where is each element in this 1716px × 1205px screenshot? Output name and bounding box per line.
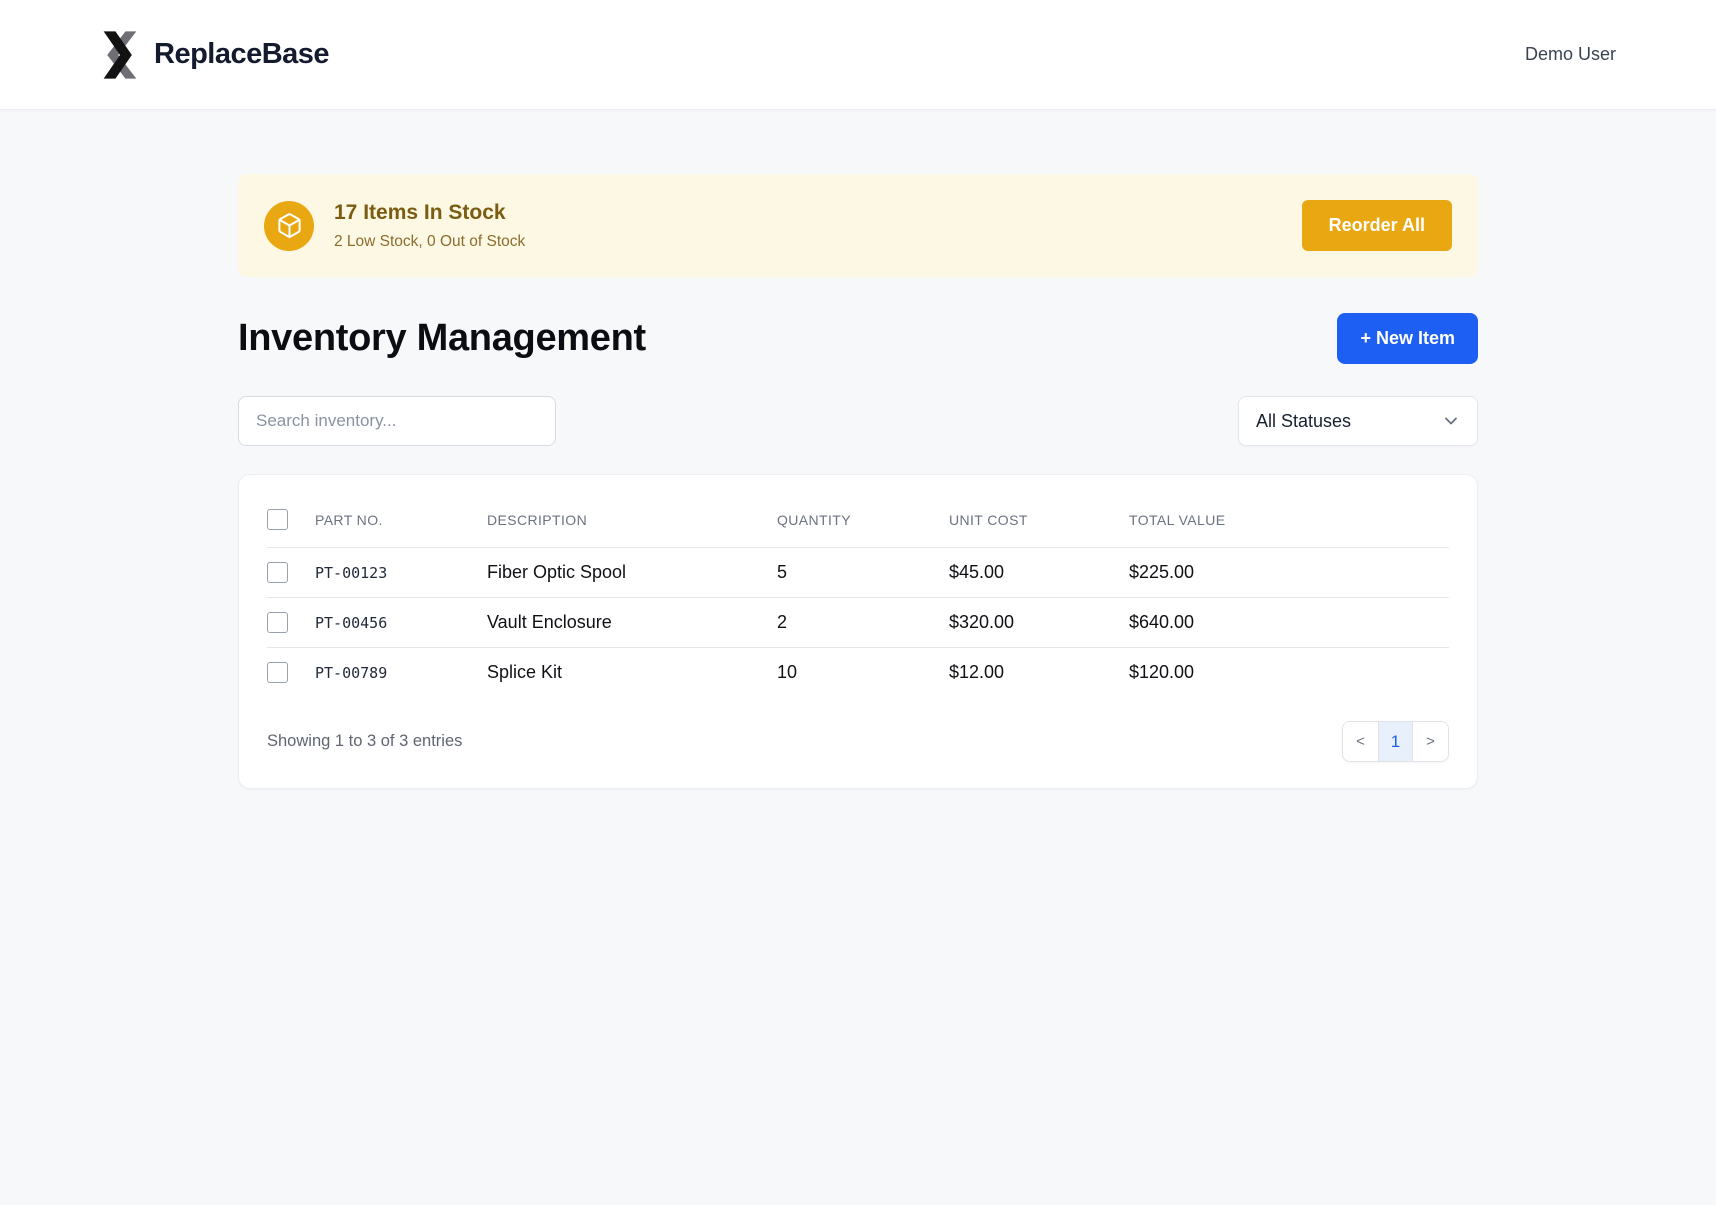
inventory-table-card: PART NO. DESCRIPTION QUANTITY UNIT COST … bbox=[238, 474, 1478, 789]
cell-total-value: $640.00 bbox=[1129, 598, 1449, 648]
cell-unit-cost: $45.00 bbox=[949, 548, 1129, 598]
brand-logo-icon bbox=[100, 30, 140, 80]
cell-quantity: 2 bbox=[777, 598, 949, 648]
table-row: PT-00456 Vault Enclosure 2 $320.00 $640.… bbox=[267, 598, 1449, 648]
cell-total-value: $225.00 bbox=[1129, 548, 1449, 598]
main-content: 17 Items In Stock 2 Low Stock, 0 Out of … bbox=[238, 110, 1478, 909]
app-header: ReplaceBase Demo User bbox=[0, 0, 1716, 110]
cell-part-no: PT-00456 bbox=[315, 598, 487, 648]
cell-quantity: 10 bbox=[777, 648, 949, 698]
pagination: < 1 > bbox=[1342, 721, 1449, 762]
stock-title: 17 Items In Stock bbox=[334, 200, 525, 225]
cell-description: Splice Kit bbox=[487, 648, 777, 698]
cell-quantity: 5 bbox=[777, 548, 949, 598]
box-icon bbox=[264, 201, 314, 251]
chevron-down-icon bbox=[1441, 411, 1461, 431]
brand[interactable]: ReplaceBase bbox=[100, 30, 329, 80]
select-all-checkbox[interactable] bbox=[267, 509, 288, 530]
brand-name: ReplaceBase bbox=[154, 38, 329, 71]
title-row: Inventory Management + New Item bbox=[238, 313, 1478, 364]
table-footer: Showing 1 to 3 of 3 entries < 1 > bbox=[267, 721, 1449, 762]
column-header-total-value: TOTAL VALUE bbox=[1129, 503, 1449, 548]
column-header-quantity: QUANTITY bbox=[777, 503, 949, 548]
stock-status-banner: 17 Items In Stock 2 Low Stock, 0 Out of … bbox=[238, 174, 1478, 277]
cell-part-no: PT-00123 bbox=[315, 548, 487, 598]
cell-description: Fiber Optic Spool bbox=[487, 548, 777, 598]
new-item-button[interactable]: + New Item bbox=[1337, 313, 1478, 364]
row-checkbox[interactable] bbox=[267, 662, 288, 683]
cell-part-no: PT-00789 bbox=[315, 648, 487, 698]
row-checkbox[interactable] bbox=[267, 612, 288, 633]
cell-unit-cost: $320.00 bbox=[949, 598, 1129, 648]
table-row: PT-00789 Splice Kit 10 $12.00 $120.00 bbox=[267, 648, 1449, 698]
cell-total-value: $120.00 bbox=[1129, 648, 1449, 698]
user-menu[interactable]: Demo User bbox=[1525, 44, 1616, 65]
cell-description: Vault Enclosure bbox=[487, 598, 777, 648]
status-filter-select[interactable]: All Statuses bbox=[1238, 396, 1478, 446]
stock-texts: 17 Items In Stock 2 Low Stock, 0 Out of … bbox=[334, 200, 525, 250]
entries-summary: Showing 1 to 3 of 3 entries bbox=[267, 732, 462, 751]
filter-row: All Statuses bbox=[238, 396, 1478, 446]
reorder-all-button[interactable]: Reorder All bbox=[1302, 200, 1452, 251]
column-header-part-no: PART NO. bbox=[315, 503, 487, 548]
stock-subtitle: 2 Low Stock, 0 Out of Stock bbox=[334, 233, 525, 251]
table-row: PT-00123 Fiber Optic Spool 5 $45.00 $225… bbox=[267, 548, 1449, 598]
row-checkbox[interactable] bbox=[267, 562, 288, 583]
pagination-next-button[interactable]: > bbox=[1413, 722, 1448, 761]
pagination-page-1-button[interactable]: 1 bbox=[1378, 722, 1413, 761]
search-input[interactable] bbox=[238, 396, 556, 446]
status-filter-value: All Statuses bbox=[1256, 411, 1351, 432]
page-title: Inventory Management bbox=[238, 317, 646, 360]
column-header-description: DESCRIPTION bbox=[487, 503, 777, 548]
cell-unit-cost: $12.00 bbox=[949, 648, 1129, 698]
column-header-unit-cost: UNIT COST bbox=[949, 503, 1129, 548]
pagination-prev-button[interactable]: < bbox=[1343, 722, 1378, 761]
table-header-row: PART NO. DESCRIPTION QUANTITY UNIT COST … bbox=[267, 503, 1449, 548]
inventory-table: PART NO. DESCRIPTION QUANTITY UNIT COST … bbox=[267, 503, 1449, 697]
